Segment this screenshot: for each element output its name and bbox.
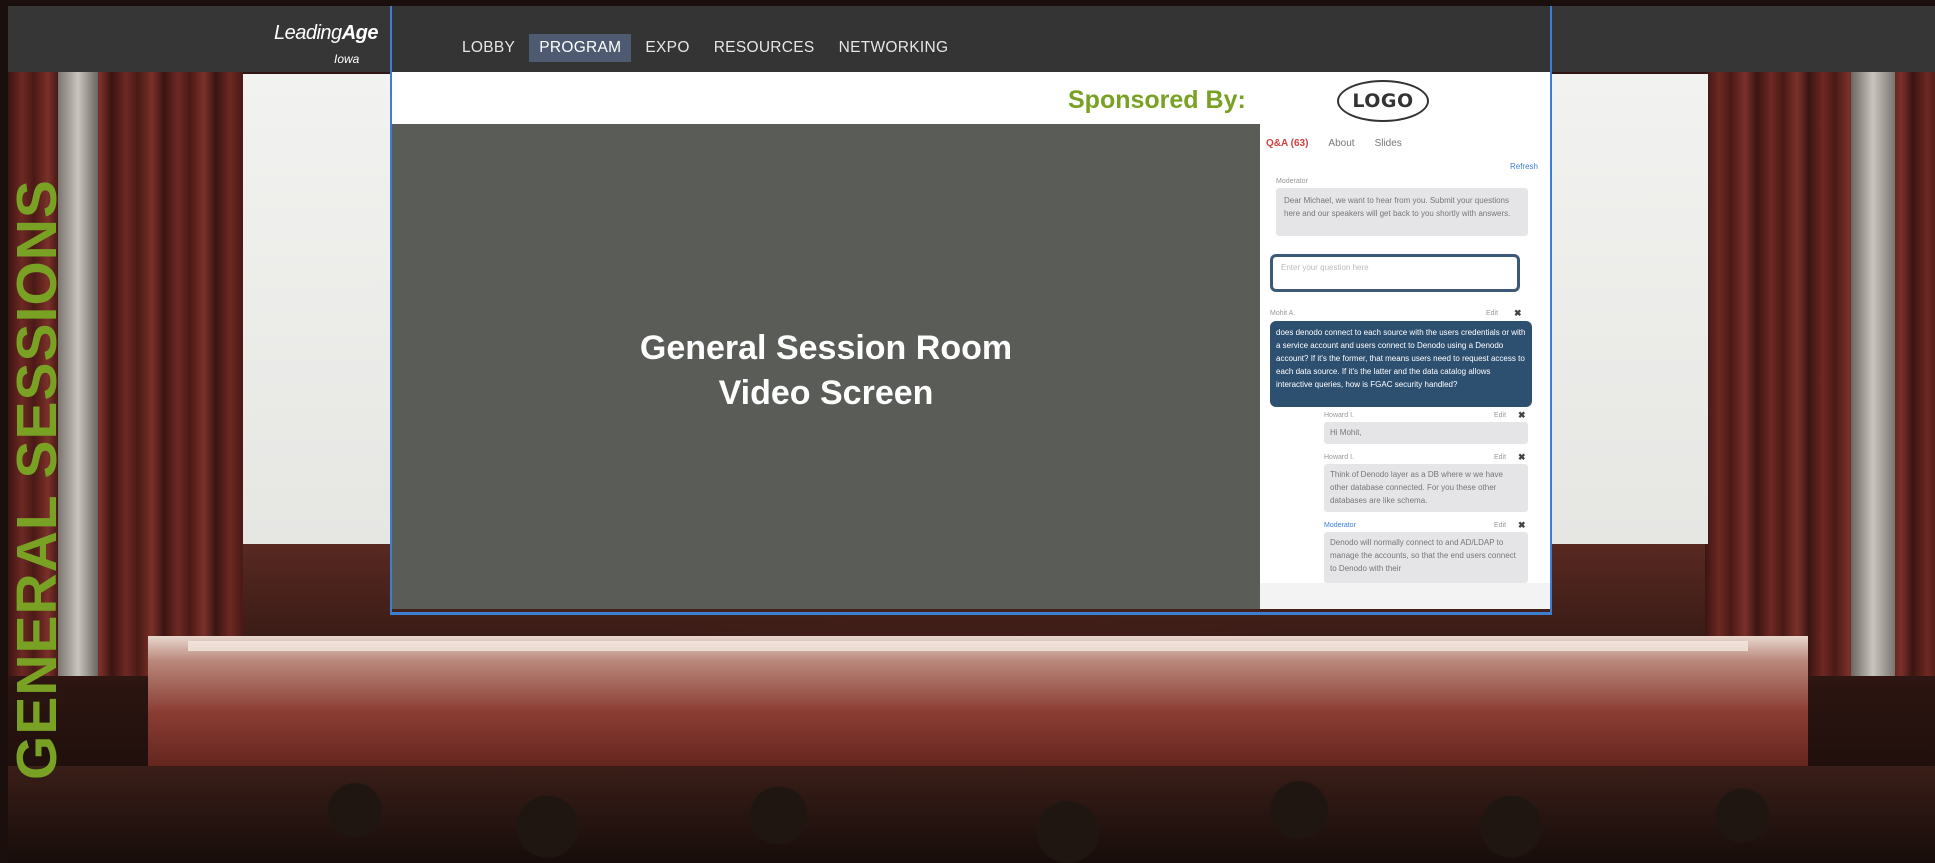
close-icon[interactable]: ✖ [1518, 452, 1526, 463]
reply-author: Howard I. [1324, 454, 1354, 461]
reply-author: Howard I. [1324, 412, 1354, 419]
leadingage-logo[interactable]: LeadingAge Iowa [274, 18, 384, 68]
reply-bubble: Hi Mohit, [1324, 422, 1528, 444]
qa-tabs: Q&A (63) About Slides [1266, 138, 1422, 149]
video-label-line1: General Session Room [639, 329, 1013, 367]
reply-bubble: Denodo will normally connect to and AD/L… [1324, 532, 1528, 583]
nav-resources[interactable]: RESOURCES [704, 34, 825, 62]
section-title-text: GENERAL SESSIONS [5, 179, 69, 780]
session-panel: Sponsored By: LOGO General Session Room … [390, 72, 1552, 615]
question-input[interactable]: Enter your question here [1270, 254, 1520, 292]
curtain-right [1705, 66, 1935, 676]
sponsor-label: Sponsored By: [1068, 86, 1246, 114]
close-icon[interactable]: ✖ [1514, 308, 1522, 319]
qa-panel: Q&A (63) About Slides Refresh Moderator … [1260, 124, 1550, 609]
sponsor-logo[interactable]: LOGO [1337, 80, 1429, 122]
audience [8, 766, 1935, 863]
question-author: Mohit A. [1270, 310, 1296, 317]
stage [148, 636, 1808, 776]
refresh-link[interactable]: Refresh [1510, 162, 1538, 171]
nav-networking[interactable]: NETWORKING [829, 34, 959, 62]
close-icon[interactable]: ✖ [1518, 520, 1526, 531]
nav-lobby[interactable]: LOBBY [452, 34, 525, 62]
sponsor-bar: Sponsored By: LOGO [392, 72, 1550, 124]
nav-program[interactable]: PROGRAM [529, 34, 632, 62]
qa-footer [1260, 583, 1550, 609]
logo-brand: LeadingAge [274, 22, 378, 44]
tab-slides[interactable]: Slides [1375, 138, 1402, 149]
nav-expo[interactable]: EXPO [635, 34, 699, 62]
video-screen[interactable]: General Session Room Video Screen [392, 124, 1260, 609]
question-edit-link[interactable]: Edit [1486, 310, 1498, 317]
nav-panel: LOBBY PROGRAM EXPO RESOURCES NETWORKING [390, 6, 1552, 72]
main-nav: LOBBY PROGRAM EXPO RESOURCES NETWORKING [452, 34, 962, 62]
reply-edit-link[interactable]: Edit [1494, 412, 1506, 419]
logo-sub: Iowa [334, 52, 360, 66]
reply-edit-link[interactable]: Edit [1494, 522, 1506, 529]
video-placeholder-label: General Session Room Video Screen [392, 326, 1260, 416]
reply-edit-link[interactable]: Edit [1494, 454, 1506, 461]
tab-qa[interactable]: Q&A (63) [1266, 138, 1308, 149]
moderator-meta: Moderator [1276, 178, 1308, 185]
pillar-right [1851, 66, 1895, 676]
close-icon[interactable]: ✖ [1518, 410, 1526, 421]
stage-edge [188, 641, 1748, 651]
reply-author: Moderator [1324, 522, 1356, 529]
video-label-line2: Video Screen [718, 374, 934, 412]
reply-bubble: Think of Denodo layer as a DB where w we… [1324, 464, 1528, 512]
question-bubble: does denodo connect to each source with … [1270, 321, 1532, 407]
welcome-message: Dear Michael, we want to hear from you. … [1276, 188, 1528, 236]
tab-about[interactable]: About [1328, 138, 1354, 149]
